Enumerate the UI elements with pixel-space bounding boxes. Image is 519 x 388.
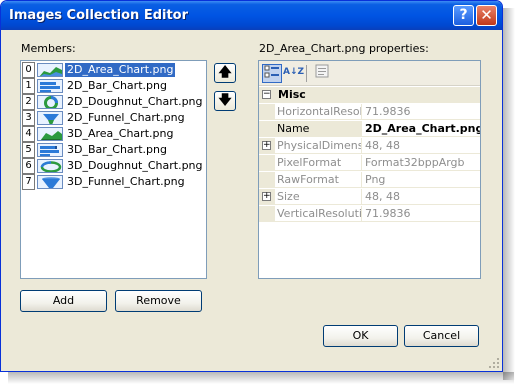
row-gutter <box>259 206 275 222</box>
funnel-chart-thumbnail-icon <box>37 111 63 125</box>
window-shadow-right <box>503 8 515 380</box>
property-value[interactable]: 48, 48 <box>363 138 480 154</box>
row-gutter <box>259 104 275 120</box>
property-grid-toolbar: A↓Z <box>259 61 480 86</box>
collapse-icon[interactable]: − <box>262 90 271 99</box>
item-name: 3D_Area_Chart.png <box>67 127 174 140</box>
item-index: 1 <box>22 78 35 94</box>
doughnut-chart-thumbnail-icon <box>37 95 63 109</box>
resize-grip-icon[interactable] <box>488 357 500 369</box>
list-item[interactable]: 7 3D_Funnel_Chart.png <box>21 174 206 190</box>
property-row[interactable]: HorizontalResolut 71.9836 <box>259 104 480 120</box>
list-item[interactable]: 1 2D_Bar_Chart.png <box>21 78 206 94</box>
property-row[interactable]: Name 2D_Area_Chart.png <box>259 121 480 137</box>
list-item[interactable]: 2 2D_Doughnut_Chart.png <box>21 94 206 110</box>
window-shadow-bottom <box>8 372 514 384</box>
members-label: Members: <box>21 42 76 55</box>
row-gutter <box>259 155 275 171</box>
item-name: 3D_Funnel_Chart.png <box>67 175 185 188</box>
move-down-button[interactable]: 🡇 <box>214 91 236 111</box>
property-name: Size <box>275 189 362 205</box>
remove-button[interactable]: Remove <box>115 290 202 312</box>
expand-icon[interactable]: + <box>262 141 271 150</box>
category-label: Misc <box>278 88 306 101</box>
item-name: 2D_Doughnut_Chart.png <box>67 95 203 108</box>
item-index: 4 <box>22 126 35 142</box>
funnel-3d-chart-thumbnail-icon <box>37 175 63 189</box>
property-pages-icon <box>315 64 329 78</box>
item-index: 7 <box>22 174 35 190</box>
toolbar-separator <box>306 65 307 82</box>
sort-alphabetical-button[interactable]: A↓Z <box>283 64 305 83</box>
list-item[interactable]: 3 2D_Funnel_Chart.png <box>21 110 206 126</box>
item-index: 6 <box>22 158 35 174</box>
property-name: PixelFormat <box>275 155 362 171</box>
property-value[interactable]: 2D_Area_Chart.png <box>363 121 480 137</box>
property-name: Name <box>275 121 362 137</box>
property-row[interactable]: PixelFormat Format32bppArgb <box>259 155 480 171</box>
item-name: 2D_Bar_Chart.png <box>67 79 167 92</box>
categorized-icon <box>264 65 279 78</box>
row-gutter <box>259 121 275 137</box>
categorized-view-button[interactable] <box>262 64 282 83</box>
bar-3d-chart-thumbnail-icon <box>37 143 63 157</box>
property-name: VerticalResolution <box>277 206 362 222</box>
sort-az-icon: A↓Z <box>283 67 305 77</box>
property-value[interactable]: Format32bppArgb <box>363 155 480 171</box>
cancel-button[interactable]: Cancel <box>404 325 479 347</box>
property-pages-button[interactable] <box>312 64 332 83</box>
collection-editor-window: Images Collection Editor ? ✕ Members: 0 … <box>0 0 503 372</box>
list-item[interactable]: 5 3D_Bar_Chart.png <box>21 142 206 158</box>
property-row[interactable]: + PhysicalDimension 48, 48 <box>259 138 480 154</box>
add-button[interactable]: Add <box>20 290 107 312</box>
property-name: RawFormat <box>275 172 362 188</box>
property-value[interactable]: Png <box>363 172 480 188</box>
help-button[interactable]: ? <box>453 5 474 26</box>
item-name: 2D_Funnel_Chart.png <box>67 111 185 124</box>
area-chart-thumbnail-icon <box>37 63 63 77</box>
close-button[interactable]: ✕ <box>476 5 497 26</box>
members-list[interactable]: 0 2D_Area_Chart.png 1 2D_Bar_Chart.png 2… <box>20 60 207 279</box>
property-name: PhysicalDimension <box>275 138 362 154</box>
item-name: 3D_Doughnut_Chart.png <box>67 159 203 172</box>
arrow-up-icon: 🡅 <box>218 65 232 80</box>
item-index: 3 <box>22 110 35 126</box>
list-item[interactable]: 0 2D_Area_Chart.png <box>21 62 206 78</box>
item-index: 2 <box>22 94 35 110</box>
property-name: HorizontalResolut <box>275 104 362 120</box>
property-row[interactable]: VerticalResolution 71.9836 <box>259 206 480 222</box>
category-row-misc[interactable]: − Misc <box>259 87 480 103</box>
property-value[interactable]: 71.9836 <box>363 104 480 120</box>
bar-chart-thumbnail-icon <box>37 79 63 93</box>
item-name: 3D_Bar_Chart.png <box>67 143 167 156</box>
list-item[interactable]: 6 3D_Doughnut_Chart.png <box>21 158 206 174</box>
property-grid[interactable]: A↓Z − Misc HorizontalResolut 71.9836 Nam… <box>258 60 481 279</box>
property-row[interactable]: RawFormat Png <box>259 172 480 188</box>
window-title: Images Collection Editor <box>9 8 189 23</box>
doughnut-3d-chart-thumbnail-icon <box>37 159 63 173</box>
title-bar[interactable]: Images Collection Editor ? ✕ <box>1 1 502 30</box>
arrow-down-icon: 🡇 <box>218 93 232 108</box>
ok-button[interactable]: OK <box>323 325 398 347</box>
item-index: 5 <box>22 142 35 158</box>
property-value[interactable]: 71.9836 <box>363 206 480 222</box>
row-gutter <box>259 172 275 188</box>
property-value[interactable]: 48, 48 <box>363 189 480 205</box>
property-row[interactable]: + Size 48, 48 <box>259 189 480 205</box>
move-up-button[interactable]: 🡅 <box>214 63 236 83</box>
area-3d-chart-thumbnail-icon <box>37 127 63 141</box>
properties-label: 2D_Area_Chart.png properties: <box>259 42 429 55</box>
list-item[interactable]: 4 3D_Area_Chart.png <box>21 126 206 142</box>
item-index: 0 <box>22 62 35 78</box>
item-name: 2D_Area_Chart.png <box>65 63 176 77</box>
expand-icon[interactable]: + <box>262 192 271 201</box>
